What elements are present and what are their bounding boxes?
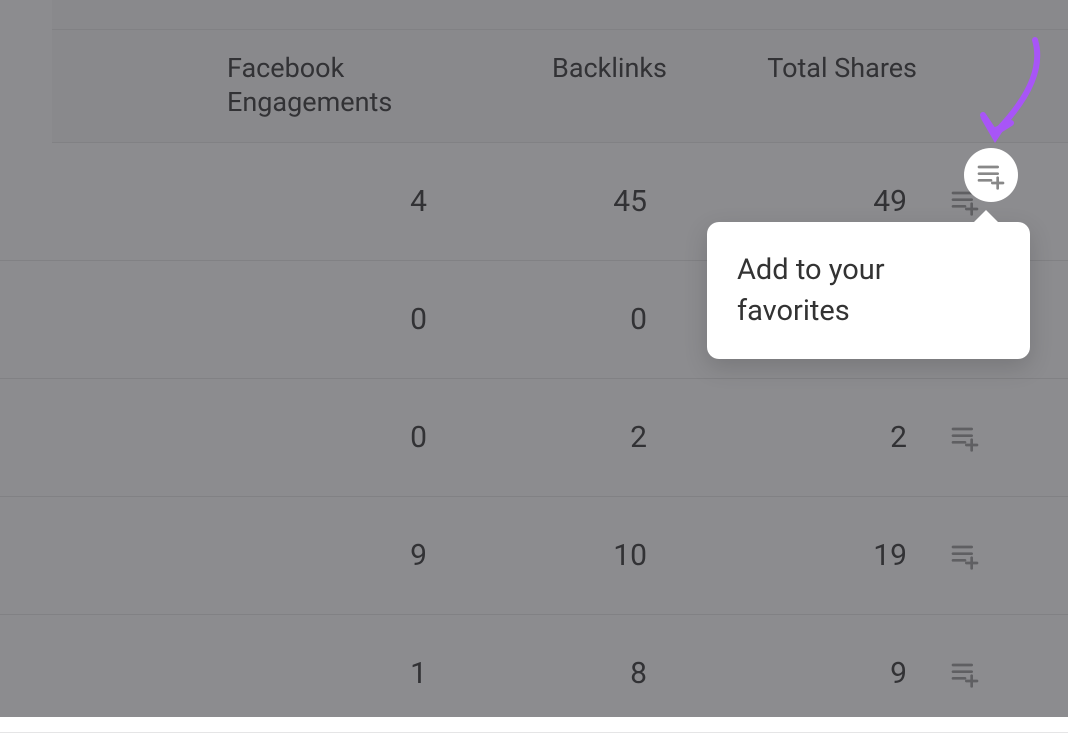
table-row: 9 10 19 — [0, 497, 1068, 615]
playlist-add-icon — [949, 421, 981, 453]
col-header-facebook[interactable]: Facebook Engagements — [227, 52, 392, 118]
cell-backlinks: 8 — [457, 656, 667, 691]
col-header-backlinks[interactable]: Backlinks — [552, 52, 667, 84]
tooltip: Add to your favorites — [707, 222, 1030, 359]
cell-fb: 1 — [227, 656, 457, 691]
add-favorite-button[interactable] — [945, 417, 985, 457]
cell-fb: 0 — [227, 302, 457, 337]
table-row: 0 2 2 — [0, 379, 1068, 497]
table-row: 1 8 9 — [0, 615, 1068, 733]
table-header-row: Facebook Engagements Backlinks Total Sha… — [52, 30, 1068, 143]
add-favorite-button[interactable] — [945, 535, 985, 575]
tooltip-text: Add to your favorites — [737, 253, 885, 328]
cell-backlinks: 10 — [457, 538, 667, 573]
playlist-add-icon — [949, 539, 981, 571]
col-header-shares[interactable]: Total Shares — [767, 52, 917, 84]
cell-backlinks: 45 — [457, 184, 667, 219]
cell-fb: 4 — [227, 184, 457, 219]
cell-shares: 19 — [687, 538, 917, 573]
add-favorite-button[interactable] — [945, 653, 985, 693]
cell-backlinks: 2 — [457, 420, 667, 455]
cell-fb: 0 — [227, 420, 457, 455]
header-spacer — [52, 0, 1068, 30]
highlight-circle[interactable] — [964, 148, 1018, 202]
cell-fb: 9 — [227, 538, 457, 573]
cell-shares: 2 — [687, 420, 917, 455]
playlist-add-icon — [949, 657, 981, 689]
cell-backlinks: 0 — [457, 302, 667, 337]
cell-shares: 9 — [687, 656, 917, 691]
cell-shares: 49 — [687, 184, 917, 219]
playlist-add-icon — [975, 159, 1007, 191]
data-table: Facebook Engagements Backlinks Total Sha… — [0, 30, 1068, 733]
